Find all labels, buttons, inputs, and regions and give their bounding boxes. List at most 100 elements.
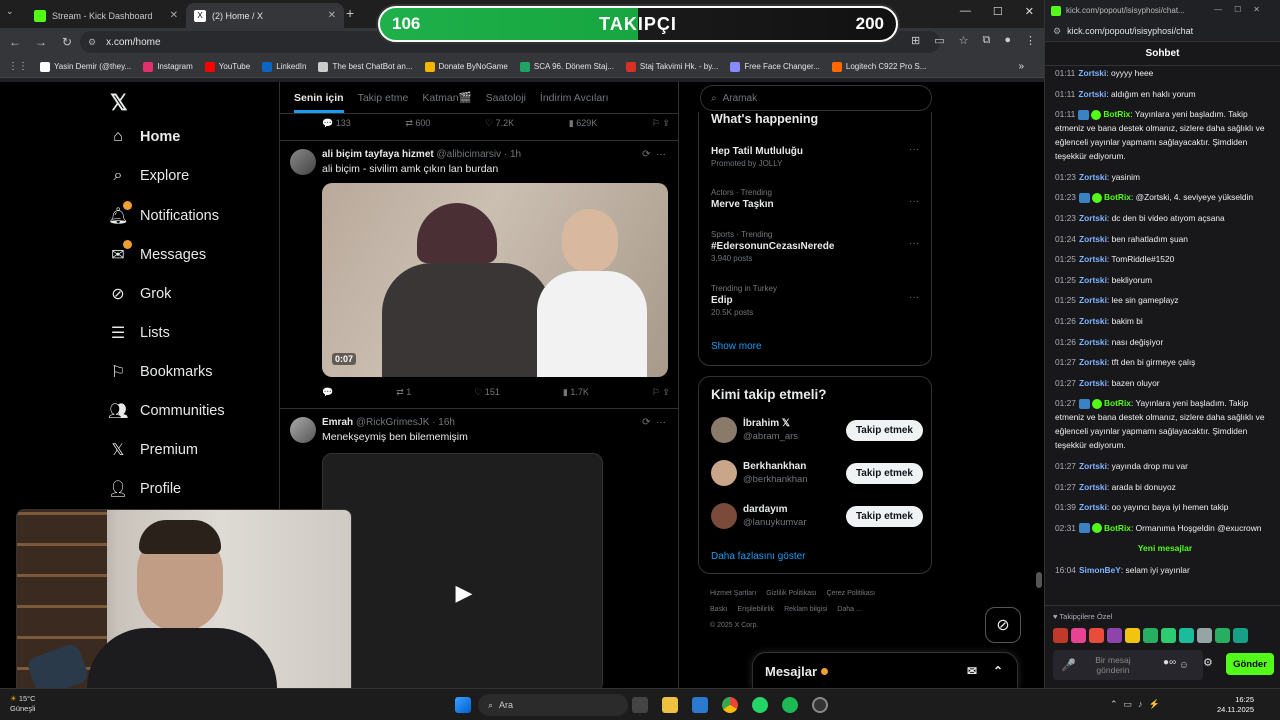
tab-list-saatoloji[interactable]: Saatoloji (486, 92, 526, 104)
bookmark-item[interactable]: SCA 96. Dönem Staj... (519, 61, 614, 72)
tab-kick-dashboard[interactable]: Stream - Kick Dashboard ✕ (26, 3, 186, 28)
nav-item-lists[interactable]: ☰ Lists (108, 323, 170, 343)
show-more-link[interactable]: Daha fazlasını göster (711, 551, 806, 562)
footer-link[interactable]: Baskı (710, 606, 728, 613)
maximize-icon[interactable]: ☐ (993, 5, 1003, 18)
menu-icon[interactable]: ⋮ (1025, 34, 1036, 47)
trend-item[interactable]: Actors · Trending Merve Taşkın (711, 188, 774, 210)
profile-avatar-icon[interactable]: ● (1004, 34, 1011, 47)
follow-suggestion[interactable]: Berkhankhan @berkhankhan Takip etmek (711, 460, 923, 486)
emote-icon[interactable] (1125, 628, 1140, 643)
site-info-icon[interactable]: ⚙ (1053, 26, 1061, 37)
follow-button[interactable]: Takip etmek (845, 419, 923, 441)
emote-icon[interactable] (1197, 628, 1212, 643)
emote-icon[interactable] (1233, 628, 1248, 643)
apps-icon[interactable]: ⋮⋮ (8, 61, 28, 72)
windows-start-icon[interactable] (455, 697, 471, 713)
chat-username[interactable]: BotRix (1103, 109, 1130, 119)
chat-username[interactable]: Zortski (1079, 172, 1107, 182)
chat-username[interactable]: Zortski (1079, 357, 1107, 367)
bookmark-item[interactable]: The best ChatBot an... (318, 61, 413, 72)
back-icon[interactable]: ← (4, 35, 26, 49)
translate-icon[interactable]: ⊞ (911, 34, 920, 47)
avatar[interactable] (711, 503, 737, 529)
emote-icon[interactable] (1071, 628, 1086, 643)
emoji-icon[interactable]: ☺ (1179, 660, 1189, 671)
chrome-icon[interactable] (722, 697, 738, 713)
follow-button[interactable]: Takip etmek (845, 505, 923, 527)
chat-username[interactable]: BotRix (1104, 398, 1131, 408)
viewers-icon[interactable]: ●∞ (1163, 657, 1176, 668)
footer-link[interactable]: Hizmet Şartları (710, 590, 756, 597)
close-window-icon[interactable]: ✕ (1025, 5, 1034, 18)
close-tab-icon[interactable]: ✕ (328, 10, 336, 21)
nav-item-profile[interactable]: 👤︎ Profile (108, 479, 181, 499)
star-icon[interactable]: ☆ (959, 34, 969, 47)
tab-search-icon[interactable]: ⌄ (6, 6, 14, 17)
nav-item-messages[interactable]: ✉ Messages (108, 240, 206, 265)
bookmark-item[interactable]: Instagram (143, 61, 193, 72)
chat-input[interactable]: 🎤 Bir mesaj gönderin ☺ (1053, 650, 1203, 680)
taskbar-search[interactable]: ⌕ Ara (478, 694, 628, 716)
more-icon[interactable]: ··· (909, 196, 919, 207)
footer-link[interactable]: Daha ... (837, 606, 862, 613)
emote-icon[interactable] (1089, 628, 1104, 643)
search-input[interactable]: ⌕ Aramak (700, 85, 932, 111)
bookmark-item[interactable]: Yasin Demir (@they... (40, 61, 131, 72)
emote-icon[interactable] (1143, 628, 1158, 643)
avatar[interactable] (290, 149, 316, 175)
repost-button[interactable]: ⇄ 1 (396, 387, 411, 398)
more-icon[interactable]: ⟳ ··· (642, 417, 666, 428)
author-handle[interactable]: @RickGrimesJK · 16h (356, 417, 455, 428)
trend-item[interactable]: Hep Tatil Mutluluğu Promoted by JOLLY (711, 144, 803, 168)
nav-item-communities[interactable]: 👥︎ Communities (108, 401, 225, 421)
minimize-icon[interactable]: — (960, 5, 971, 18)
chat-username[interactable]: BotRix (1104, 523, 1131, 533)
avatar[interactable] (711, 460, 737, 486)
emote-icon[interactable] (1215, 628, 1230, 643)
bookmark-share[interactable]: ⚐ ⇪ (652, 387, 670, 398)
bookmark-item[interactable]: Donate ByNoGame (424, 61, 508, 72)
video-player[interactable]: 0:07 (322, 183, 668, 377)
views-button[interactable]: ▮ 1.7K (563, 387, 589, 398)
tab-x-home[interactable]: X (2) Home / X ✕ (186, 3, 344, 28)
footer-link[interactable]: Reklam bilgisi (784, 606, 827, 613)
more-icon[interactable]: ⟳ ··· (642, 149, 666, 160)
chat-username[interactable]: Zortski (1079, 378, 1107, 388)
chat-username[interactable]: Zortski (1078, 68, 1106, 78)
chat-username[interactable]: Zortski (1078, 89, 1106, 99)
bookmark-item[interactable]: Logitech C922 Pro S... (831, 61, 926, 72)
chat-username[interactable]: Zortski (1079, 234, 1107, 244)
chat-username[interactable]: Zortski (1079, 254, 1107, 264)
footer-link[interactable]: Çerez Politikası (826, 590, 875, 597)
grok-button[interactable]: ⊘ (985, 607, 1021, 643)
chat-username[interactable]: BotRix (1104, 192, 1131, 202)
emote-icon[interactable] (1161, 628, 1176, 643)
chat-username[interactable]: Zortski (1079, 337, 1107, 347)
task-view-icon[interactable] (632, 697, 648, 713)
avatar[interactable] (711, 417, 737, 443)
weather-widget[interactable]: ☀ 15°C Güneşli (10, 694, 36, 714)
settings-icon[interactable]: ⚙ (1203, 656, 1213, 669)
store-icon[interactable] (692, 697, 708, 713)
tweet[interactable]: ali biçim tayfaya hizmet @alibicimarsiv … (280, 140, 678, 408)
chat-username[interactable]: SimonBeY (1079, 565, 1121, 575)
bookmark-item[interactable]: Staj Takvimi Hk. - by... (625, 61, 718, 72)
follow-suggestion[interactable]: dardayım @lanuykumvar Takip etmek (711, 503, 923, 529)
bookmark-share[interactable]: ⚐ ⇪ (652, 118, 670, 129)
chat-username[interactable]: Zortski (1079, 316, 1107, 326)
repost-button[interactable]: ⇄ 600 (405, 118, 430, 129)
show-more-link[interactable]: Show more (711, 341, 762, 352)
nav-item-premium[interactable]: 𝕏 Premium (108, 440, 198, 460)
new-message-icon[interactable]: ✉ (967, 664, 977, 678)
chat-username[interactable]: Zortski (1079, 275, 1107, 285)
nav-item-bookmarks[interactable]: ⚐ Bookmarks (108, 362, 213, 382)
messages-drawer[interactable]: Mesajlar ✉ ⌃ (752, 652, 1018, 690)
nav-item-home[interactable]: ⌂ Home (108, 128, 180, 146)
reply-button[interactable]: 💬 133 (322, 118, 351, 129)
nav-item-grok[interactable]: ⊘ Grok (108, 284, 171, 304)
spotify-icon[interactable] (782, 697, 798, 713)
site-info-icon[interactable]: ⚙ (88, 37, 96, 48)
tab-list-katman[interactable]: Katman🎬 (422, 91, 471, 104)
x-logo-icon[interactable]: 𝕏 (110, 90, 128, 116)
